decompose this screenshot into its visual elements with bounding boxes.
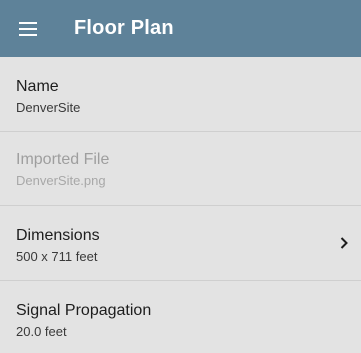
chevron-right-icon bbox=[337, 236, 351, 250]
imported-file-value: DenverSite.png bbox=[16, 173, 106, 188]
dimensions-row[interactable]: Dimensions 500 x 711 feet bbox=[0, 206, 361, 281]
settings-list: Name DenverSite Imported File DenverSite… bbox=[0, 57, 361, 353]
imported-file-label: Imported File bbox=[16, 151, 110, 168]
hamburger-menu-icon[interactable] bbox=[16, 17, 40, 41]
page-title: Floor Plan bbox=[74, 17, 174, 39]
imported-file-row: Imported File DenverSite.png bbox=[0, 132, 361, 206]
signal-propagation-row[interactable]: Signal Propagation 20.0 feet bbox=[0, 281, 361, 353]
dimensions-label: Dimensions bbox=[16, 227, 100, 244]
dimensions-value: 500 x 711 feet bbox=[16, 249, 98, 264]
signal-propagation-label: Signal Propagation bbox=[16, 302, 152, 319]
signal-propagation-value: 20.0 feet bbox=[16, 324, 67, 339]
name-label: Name bbox=[16, 78, 59, 95]
name-row[interactable]: Name DenverSite bbox=[0, 57, 361, 132]
name-value: DenverSite bbox=[16, 100, 81, 115]
app-bar: Floor Plan bbox=[0, 0, 361, 57]
